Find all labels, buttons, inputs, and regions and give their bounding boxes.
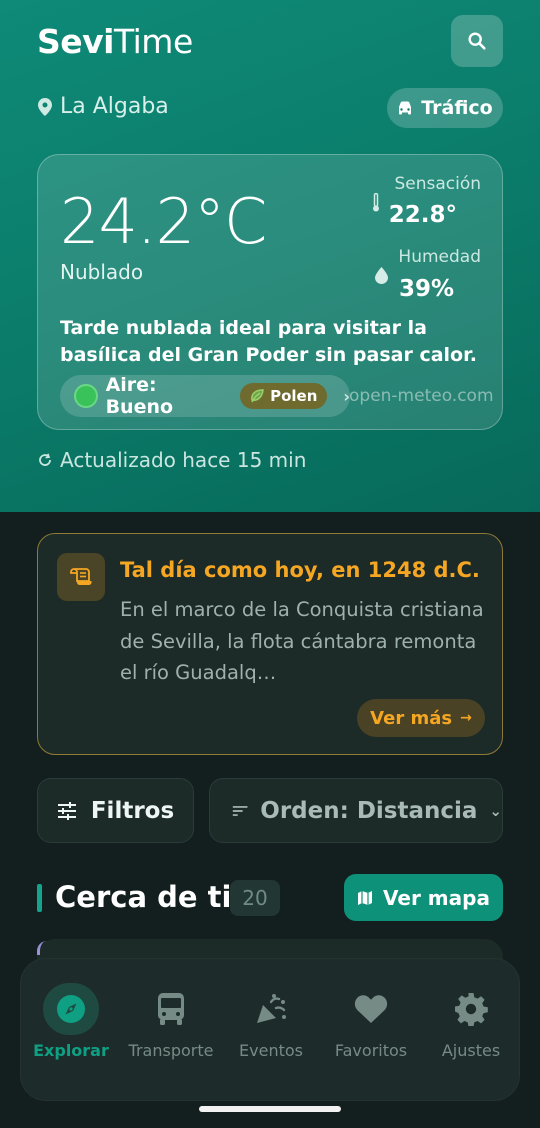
weather-source[interactable]: open-meteo.com [349,386,494,406]
humidity-label: Humedad [398,247,481,267]
pollen-badge: Polen [240,383,328,409]
weather-card[interactable]: 24.2°C Nublado Sensación 22.8° Humedad 3… [37,154,503,430]
nav-label-eventos: Eventos [239,1041,303,1060]
feels-like-value: 22.8° [388,202,457,228]
weather-condition: Nublado [60,260,144,284]
air-quality-chip[interactable]: Aire: Bueno Polen › [60,374,350,418]
history-title: Tal día como hoy, en 1248 d.C. [120,558,480,582]
traffic-label: Tráfico [421,97,493,119]
sort-order-label: Orden: Distancia [260,797,478,824]
location-pin-icon [38,97,52,116]
droplet-icon [375,267,388,284]
last-updated-text: Actualizado hace 15 min [60,448,307,472]
nav-label-favoritos: Favoritos [334,1041,408,1060]
home-indicator [199,1106,341,1112]
sliders-icon [57,801,76,820]
history-card[interactable]: Tal día como hoy, en 1248 d.C. En el mar… [37,533,503,755]
compass-icon [43,983,99,1035]
gear-icon [443,983,499,1035]
refresh-icon [39,453,51,466]
location-label: La Algaba [60,94,169,119]
map-icon [358,890,373,905]
humidity-value: 39% [398,276,454,302]
air-status-dot [74,384,98,408]
party-popper-icon [243,983,299,1035]
car-icon [399,101,412,115]
arrow-right-icon: → [460,710,472,726]
nearby-count-badge: 20 [230,880,280,916]
thermometer-icon [373,193,379,212]
traffic-button[interactable]: Tráfico [387,88,503,128]
nav-label-explorar: Explorar [33,1041,109,1060]
nav-favoritos[interactable]: Favoritos [321,983,421,1060]
bottom-navigation: Explorar Transporte Eventos Favoritos Aj… [20,958,520,1101]
view-map-button[interactable]: Ver mapa [344,874,503,921]
see-more-button[interactable]: Ver más → [357,699,485,737]
filters-label: Filtros [90,797,175,824]
nav-label-ajustes: Ajustes [441,1041,501,1060]
view-map-label: Ver mapa [383,885,490,910]
feels-like-label: Sensación [394,174,481,194]
chevron-down-icon: ⌄ [489,801,502,820]
nav-explorar[interactable]: Explorar [21,983,121,1060]
nav-eventos[interactable]: Eventos [221,983,321,1060]
nav-ajustes[interactable]: Ajustes [421,983,521,1060]
temperature: 24.2°C [60,185,267,258]
bus-icon [143,983,199,1035]
nav-label-transporte: Transporte [128,1041,214,1060]
air-quality-label: Aire: Bueno [105,374,174,418]
sort-order-dropdown[interactable]: Orden: Distancia ⌄ [209,778,503,843]
search-icon [468,32,486,50]
history-icon-box [57,553,105,601]
history-text: En el marco de la Conquista cristiana de… [120,598,484,684]
app-logo: SeviTime [37,22,193,61]
place-card-accent [37,941,47,955]
section-accent-bar [37,884,42,912]
scroll-icon [70,568,92,585]
last-updated: Actualizado hace 15 min [38,448,306,472]
weather-tip: Tarde nublada ideal para visitar la basí… [60,317,477,366]
nearby-title: Cerca de ti [55,880,232,914]
filters-button[interactable]: Filtros [37,778,194,843]
search-button[interactable] [451,15,503,67]
sort-icon [232,805,248,816]
heart-icon [343,983,399,1035]
nav-transporte[interactable]: Transporte [121,983,221,1060]
leaf-icon [251,389,264,403]
location[interactable]: La Algaba [38,94,169,119]
